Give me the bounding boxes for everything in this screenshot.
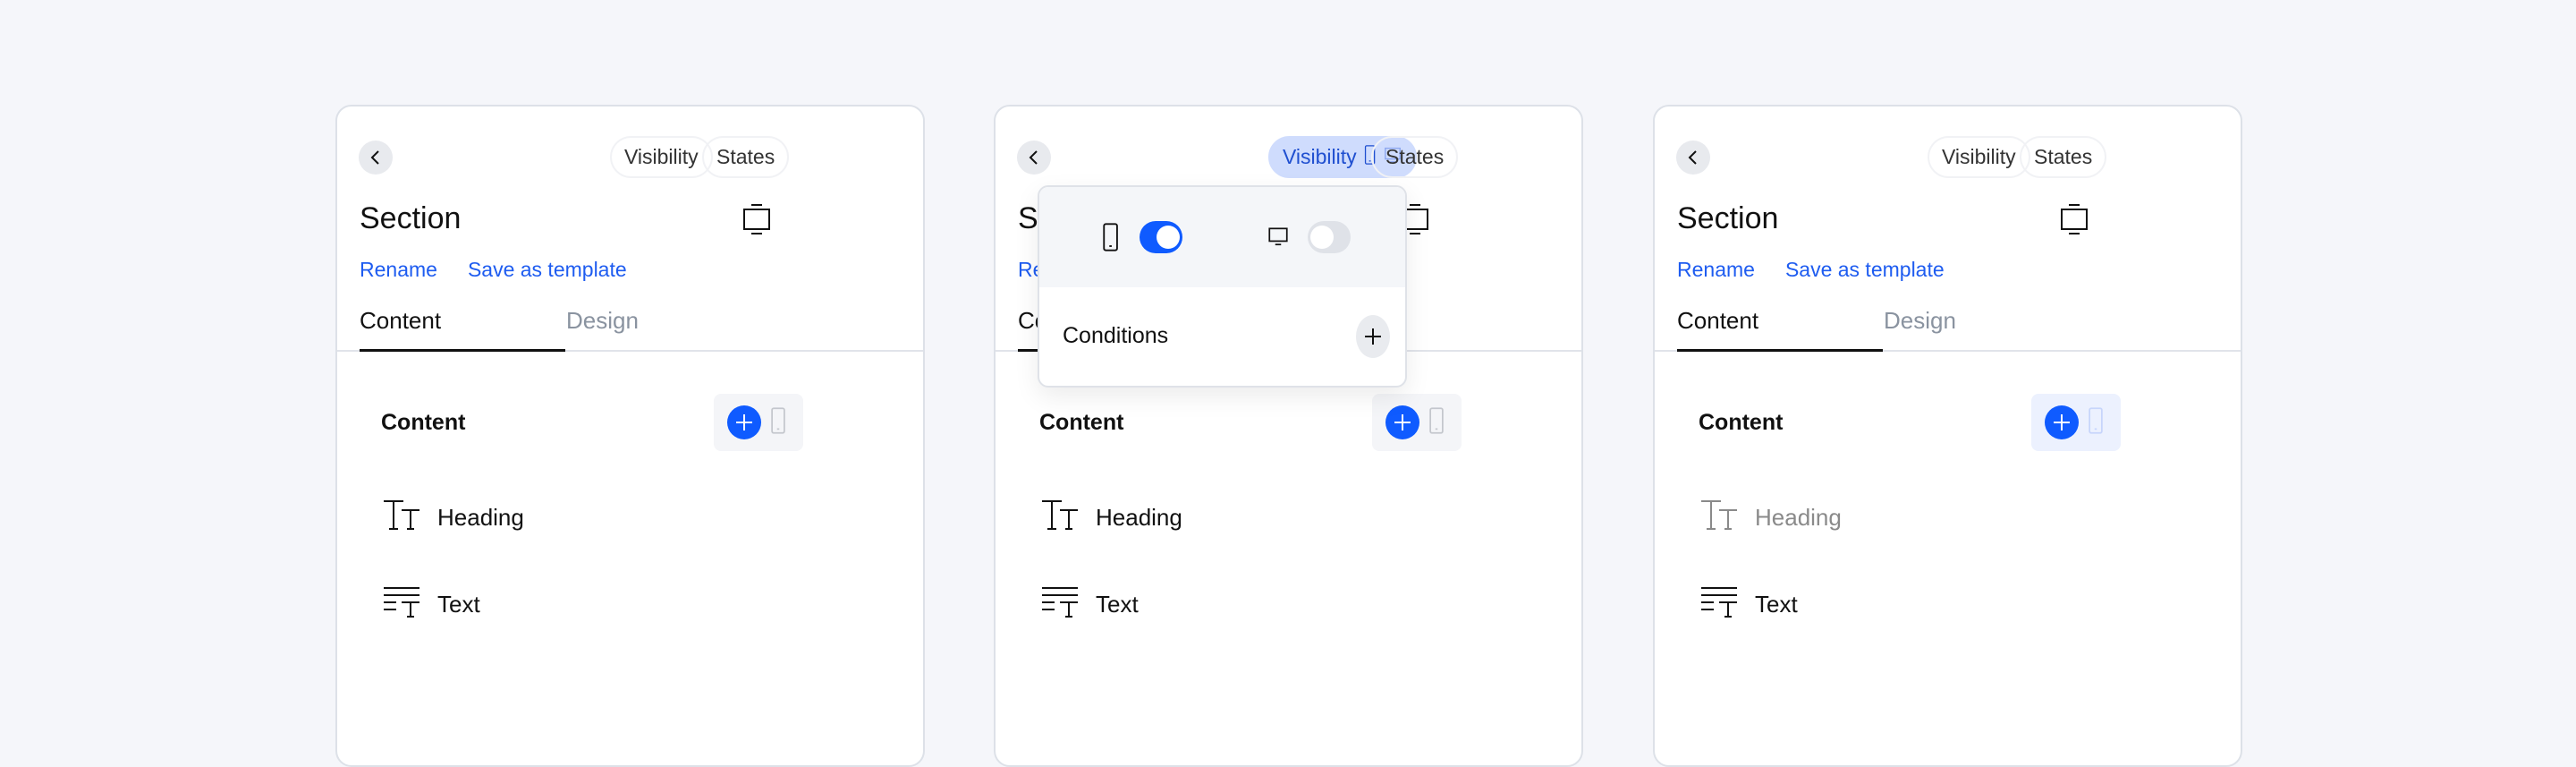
heading-icon [1699,499,1741,537]
visibility-button[interactable]: Visibility [610,136,713,178]
rename-link[interactable]: Rename [1677,258,1755,282]
list-item-text[interactable]: Text [1699,585,1798,624]
tab-design[interactable]: Design [566,307,639,335]
list-item-heading[interactable]: Heading [1699,499,1842,537]
states-label: States [716,145,775,168]
list-item-heading[interactable]: Heading [382,499,524,537]
item-label: Text [437,591,480,618]
tab-design[interactable]: Design [1884,307,1956,335]
text-icon [1040,585,1081,624]
content-section-label: Content [381,410,466,435]
chevron-left-icon [370,150,379,165]
text-icon [1699,585,1741,624]
back-button[interactable] [1017,141,1051,175]
chevron-left-icon [1029,150,1038,165]
item-label: Heading [1755,504,1842,531]
back-button[interactable] [359,141,393,175]
back-button[interactable] [1676,141,1710,175]
visibility-label: Visibility [1942,145,2016,168]
section-panel: Visibility States Section Rename Save as … [1653,105,2242,767]
mobile-icon[interactable] [1428,406,1445,439]
states-button[interactable]: States [1371,136,1459,178]
content-section-label: Content [1039,410,1124,435]
save-as-template-link[interactable]: Save as template [1785,258,1945,282]
list-item-heading[interactable]: Heading [1040,499,1182,537]
section-icon [743,203,770,240]
section-panel: Visibility States Section RenameSave as … [994,105,1583,767]
active-tab-indicator [360,349,565,352]
item-label: Text [1096,591,1139,618]
conditions-label: Conditions [1063,323,1169,348]
rename-link[interactable]: Rename [360,258,437,282]
add-element-button[interactable] [2045,405,2079,439]
tab-content[interactable]: Content [1677,307,1758,335]
text-icon [382,585,423,624]
tab-content[interactable]: Content [360,307,441,335]
visibility-popover: Conditions [1038,185,1407,388]
save-as-template-link[interactable]: Save as template [468,258,627,282]
add-condition-button[interactable] [1356,315,1390,358]
item-label: Text [1755,591,1798,618]
list-item-text[interactable]: Text [382,585,480,624]
page-title: Section [360,201,462,235]
chevron-left-icon [1688,150,1697,165]
section-icon [2061,203,2088,240]
page-title: Section [1677,201,1779,235]
mobile-icon[interactable] [2088,406,2104,439]
states-button[interactable]: States [702,136,790,178]
mobile-visibility-toggle[interactable] [1140,221,1182,253]
visibility-label: Visibility [1283,145,1357,168]
heading-icon [382,499,423,537]
content-section-label: Content [1699,410,1784,435]
mobile-icon[interactable] [770,406,786,439]
states-label: States [2034,145,2093,168]
list-item-text[interactable]: Text [1040,585,1139,624]
section-panel: Visibility States Section Rename Save as … [335,105,925,767]
item-label: Heading [437,504,524,531]
add-element-button[interactable] [727,405,761,439]
desktop-icon [1267,225,1290,252]
desktop-visibility-toggle[interactable] [1308,221,1351,253]
states-label: States [1385,145,1445,168]
heading-icon [1040,499,1081,537]
states-button[interactable]: States [2020,136,2107,178]
visibility-button[interactable]: Visibility [1928,136,2030,178]
mobile-icon [1102,223,1119,256]
add-element-button[interactable] [1385,405,1419,439]
active-tab-indicator [1677,349,1883,352]
item-label: Heading [1096,504,1182,531]
visibility-label: Visibility [624,145,699,168]
